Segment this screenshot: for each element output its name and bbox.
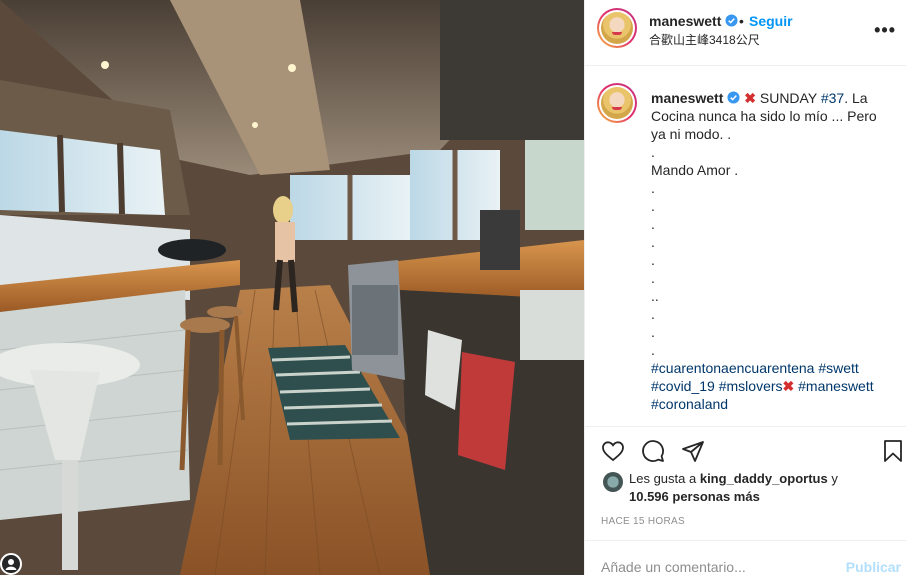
author-username[interactable]: maneswett <box>649 13 738 29</box>
hashtag-maneswett[interactable]: #maneswett <box>798 378 873 394</box>
save-bookmark-icon[interactable] <box>881 439 905 463</box>
caption-dot-9: . <box>651 324 655 340</box>
post-header: maneswett • Seguir 合歡山主峰3418公尺 ••• <box>585 0 906 66</box>
author-username-text[interactable]: maneswett <box>649 13 721 29</box>
liker-username[interactable]: king_daddy_oportus <box>700 471 828 486</box>
tagged-user-icon[interactable] <box>0 553 22 575</box>
author-avatar[interactable] <box>597 8 637 48</box>
hashtag-coronaland[interactable]: #coronaland <box>651 396 728 412</box>
comment-bubble-icon[interactable] <box>641 439 665 463</box>
caption-text: maneswett ✖ SUNDAY #37. La Cocina nunca … <box>651 89 893 413</box>
more-options-icon[interactable]: ••• <box>874 20 896 41</box>
likes-count[interactable]: 10.596 personas más <box>629 489 760 504</box>
caption-dot-8: . <box>651 306 655 322</box>
caption-area: maneswett ✖ SUNDAY #37. La Cocina nunca … <box>585 67 906 425</box>
caption-sunday: SUNDAY <box>759 90 817 106</box>
publish-button[interactable]: Publicar <box>846 559 901 575</box>
caption-dot-3: . <box>651 216 655 232</box>
cross-mark-emoji: ✖ <box>744 90 756 106</box>
caption-avatar[interactable] <box>597 83 637 123</box>
liker-avatar[interactable] <box>603 472 623 492</box>
like-heart-icon[interactable] <box>601 439 625 463</box>
caption-dot-4: . <box>651 234 655 250</box>
hashtag-cuarentona[interactable]: #cuarentonaencuarentena <box>651 360 814 376</box>
likes-and: y <box>831 471 838 486</box>
caption-dot-10: . <box>651 342 655 358</box>
hashtag-37[interactable]: #37 <box>821 90 844 106</box>
caption-dot-7: .. <box>651 288 659 304</box>
caption-dot-2: . <box>651 198 655 214</box>
likes-summary: Les gusta a king_daddy_oportus y 10.596 … <box>603 470 903 506</box>
post-side-panel: maneswett • Seguir 合歡山主峰3418公尺 ••• manes… <box>584 0 906 575</box>
hashtag-swett[interactable]: #swett <box>818 360 858 376</box>
add-comment-bar: Añade un comentario... Publicar <box>585 540 906 575</box>
caption-username[interactable]: maneswett <box>651 90 723 106</box>
verified-badge-icon <box>727 91 740 104</box>
comment-input[interactable]: Añade un comentario... <box>601 559 746 575</box>
post-photo[interactable] <box>0 0 584 575</box>
post-actions-bar <box>585 426 906 472</box>
header-separator: • <box>739 13 744 29</box>
caption-dot-6: . <box>651 270 655 286</box>
verified-badge-icon <box>725 14 738 27</box>
share-send-icon[interactable] <box>681 439 705 463</box>
likes-prefix: Les gusta a <box>629 471 697 486</box>
caption-dot: . <box>651 144 655 160</box>
caption-dot-1: . <box>651 180 655 196</box>
post-timestamp[interactable]: HACE 15 HORAS <box>601 516 685 527</box>
cross-mark-emoji-2: ✖ <box>782 378 795 394</box>
kitchen-photo-illustration <box>0 0 584 575</box>
hashtag-covid[interactable]: #covid_19 <box>651 378 715 394</box>
hashtag-mslovers[interactable]: #mslovers <box>719 378 783 394</box>
follow-button[interactable]: Seguir <box>749 13 793 29</box>
post-location[interactable]: 合歡山主峰3418公尺 <box>649 31 760 48</box>
caption-mando-amor: Mando Amor . <box>651 162 739 178</box>
caption-dot-5: . <box>651 252 655 268</box>
